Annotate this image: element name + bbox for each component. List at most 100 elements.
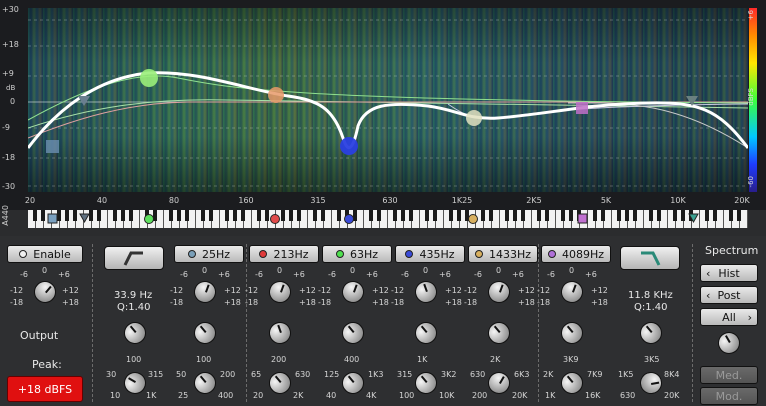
tick: 200 [220,370,236,379]
y-label-0: 0 [10,97,16,106]
low-shelf-type-button[interactable] [104,246,164,270]
med-button[interactable]: Med. [700,366,758,384]
spectrum-plot[interactable] [28,8,748,192]
tick: +18 [372,298,389,307]
x-label-20k: 20K [734,196,750,205]
high-shelf-freq: 11.8 KHz [628,290,673,301]
band-1-freq-button[interactable]: 25Hz [174,245,244,263]
y-label-9: +9 [2,69,14,78]
tick: -6 [255,270,263,279]
band-3-freq-label: 63Hz [349,247,379,261]
tick: 30 [106,370,117,379]
a440-label: A440 [1,205,10,226]
mod-button[interactable]: Mod. [700,387,758,405]
x-label-630: 630 [382,196,398,205]
tick: +6 [366,270,378,279]
x-label-315: 315 [310,196,326,205]
tick: +12 [591,286,608,295]
tick: 10 [110,391,121,400]
all-button[interactable]: All › [700,308,758,326]
high-shelf-type-button[interactable] [620,246,680,270]
band-2-freq-label: 213Hz [273,247,309,261]
band-5-freq-label: 1433Hz [488,247,532,261]
band-4-freq-button[interactable]: 435Hz [395,245,465,263]
tick: 0 [350,266,356,275]
tick: 10K [439,391,455,400]
tick: 125 [324,370,340,379]
band-6-freq-button[interactable]: 4089Hz [541,245,611,263]
band-5-color-dot-icon [474,250,483,258]
x-label-20: 20 [24,196,36,205]
tick: +12 [445,286,462,295]
tick: -12 [318,286,332,295]
med-label: Med. [715,368,743,382]
tick: +18 [224,298,241,307]
y-axis-db-label: dB [6,84,16,92]
separator [692,244,693,402]
y-label-m18: -18 [2,153,16,162]
band-4-color-dot-icon [405,250,414,258]
separator [246,244,247,402]
output-label: Output [20,329,59,342]
tick: +6 [512,270,524,279]
band-2-freq-button[interactable]: 213Hz [249,245,319,263]
tick: 2K [543,370,554,379]
tick: 0 [202,266,208,275]
enable-button[interactable]: Enable [7,245,83,263]
tick: 630 [620,391,636,400]
post-button[interactable]: ‹ Post [700,286,758,304]
tick: 0 [277,266,283,275]
tick: 4K [366,391,377,400]
separator [538,244,539,402]
tick: 0 [42,266,48,275]
tick: 1K [146,391,157,400]
band-1-color-dot-icon [187,250,196,258]
tick: 7K9 [587,370,603,379]
tick: -12 [245,286,259,295]
tick: 0 [569,266,575,275]
tick: 1K5 [618,370,634,379]
tick: -18 [170,298,184,307]
tick: +12 [62,286,79,295]
hist-button[interactable]: ‹ Hist [700,264,758,282]
peak-meter-button[interactable]: +18 dBFS [7,376,83,402]
enable-label: Enable [33,247,71,261]
tick: 315 [148,370,164,379]
y-label-30: +30 [2,5,19,14]
tick: 1K [545,391,556,400]
tick: -6 [328,270,336,279]
band-4-freq-label: 435Hz [419,247,455,261]
x-label-1k25: 1K25 [451,196,473,205]
tick: 2K [293,391,304,400]
y-label-m30: -30 [2,182,16,191]
high-shelf-icon [641,251,661,266]
tick: 100 [126,355,142,364]
tick: 200 [472,391,488,400]
low-shelf-q: Q:1.40 [117,302,151,313]
tick: 20K [664,391,680,400]
tick: -6 [401,270,409,279]
piano-keyboard[interactable] [28,210,748,228]
tick: 630 [295,370,311,379]
tick: -18 [537,298,551,307]
tick: 8K4 [664,370,680,379]
tick: -18 [318,298,332,307]
tick: 100 [196,355,212,364]
scale-bottom-label: -60 [747,176,755,188]
tick: -6 [547,270,555,279]
band-5-freq-button[interactable]: 1433Hz [468,245,538,263]
band-6-freq-label: 4089Hz [561,247,605,261]
low-shelf-freq: 33.9 Hz [114,290,153,301]
x-label-40: 40 [96,196,108,205]
tick: +12 [224,286,241,295]
hist-label: Hist [718,266,740,280]
all-label: All [722,310,736,324]
tick: -18 [245,298,259,307]
tick: 100 [399,391,415,400]
enable-indicator-icon [19,250,28,258]
x-label-10k: 10K [670,196,686,205]
tick: +18 [518,298,535,307]
x-label-2k5: 2K5 [526,196,542,205]
tick: -12 [391,286,405,295]
band-3-freq-button[interactable]: 63Hz [322,245,392,263]
